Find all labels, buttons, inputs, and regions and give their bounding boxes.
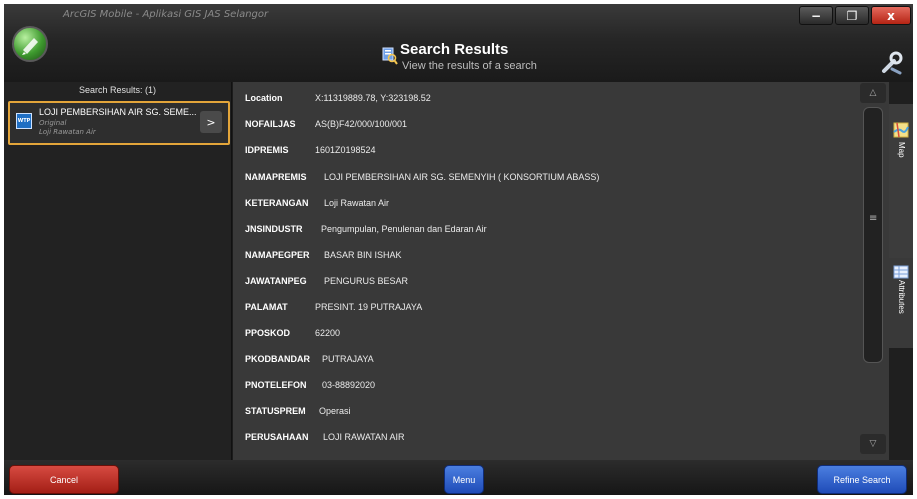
attribute-label: NAMAPREMIS	[245, 172, 307, 182]
result-layer: Original	[39, 119, 67, 127]
results-count-heading: Search Results: (1)	[78, 85, 157, 95]
maximize-button[interactable]: ❐	[835, 6, 869, 25]
attribute-value: PRESINT. 19 PUTRAJAYA	[315, 302, 423, 312]
attribute-label: PKODBANDAR	[245, 354, 310, 364]
attribute-label: STATUSPREM	[245, 406, 306, 416]
attribute-value: BASAR BIN ISHAK	[324, 250, 402, 260]
view-tabs: Map Attributes	[889, 82, 913, 460]
search-results-icon	[382, 47, 398, 69]
attribute-label: PPOSKOD	[245, 328, 291, 338]
page-title: Search Results	[400, 41, 509, 58]
attribute-value: 62200	[315, 328, 341, 338]
search-result-item[interactable]: WTP LOJI PEMBERSIHAN AIR SG. SEME... Ori…	[8, 101, 230, 145]
attribute-value: Loji Rawatan Air	[324, 198, 390, 208]
result-category: Loji Rawatan Air	[39, 128, 96, 136]
bottom-toolbar: Cancel Menu Refine Search	[4, 460, 913, 495]
attribute-value: LOJI RAWATAN AIR	[323, 432, 405, 442]
tab-map[interactable]: Map	[889, 104, 913, 258]
attribute-value: PENGURUS BESAR	[324, 276, 409, 286]
attributes-panel[interactable]: Location X:11319889.78, Y:323198.52 NOFA…	[233, 82, 889, 460]
tools-icon[interactable]	[878, 49, 906, 77]
attribute-label: NOFAILJAS	[245, 119, 296, 129]
water-treatment-plant-icon: WTP	[16, 113, 32, 129]
page-subtitle: View the results of a search	[402, 60, 537, 72]
cancel-button[interactable]: Cancel	[9, 465, 119, 494]
window-controls: − ❐ x	[799, 6, 911, 25]
tab-attributes-label: Attributes	[897, 280, 906, 314]
attribute-value: AS(B)F42/000/100/001	[315, 119, 408, 129]
grip-icon: ≡	[869, 213, 878, 224]
attribute-label: PNOTELEFON	[245, 380, 307, 390]
attribute-value: PUTRAJAYA	[322, 354, 374, 364]
attribute-label: JAWATANPEG	[245, 276, 307, 286]
scrollbar-thumb[interactable]: ≡	[863, 107, 883, 363]
window-title: ArcGIS Mobile - Aplikasi GIS JAS Selango…	[63, 9, 269, 20]
attribute-label: IDPREMIS	[245, 145, 289, 155]
tab-attributes[interactable]: Attributes	[889, 258, 913, 348]
minimize-button[interactable]: −	[799, 6, 833, 25]
attribute-label: KETERANGAN	[245, 198, 309, 208]
title-bar: ArcGIS Mobile - Aplikasi GIS JAS Selango…	[4, 4, 913, 82]
app-window: ArcGIS Mobile - Aplikasi GIS JAS Selango…	[4, 4, 913, 495]
attribute-value: 1601Z0198524	[315, 145, 376, 155]
attribute-value: Operasi	[319, 406, 351, 416]
open-result-button[interactable]: >	[200, 111, 222, 133]
attribute-label: Location	[245, 93, 283, 103]
attribute-value: 03-88892020	[322, 380, 376, 390]
attribute-value: Pengumpulan, Penulenan dan Edaran Air	[321, 224, 487, 234]
arcgis-mobile-logo-icon[interactable]	[12, 26, 48, 62]
menu-button[interactable]: Menu	[444, 465, 484, 494]
search-results-panel: Search Results: (1) WTP LOJI PEMBERSIHAN…	[4, 82, 232, 460]
attribute-label: NAMAPEGPER	[245, 250, 310, 260]
tab-map-label: Map	[897, 142, 906, 158]
scroll-down-button[interactable]: ▽	[860, 434, 886, 454]
result-title: LOJI PEMBERSIHAN AIR SG. SEME...	[39, 107, 197, 117]
refine-search-button[interactable]: Refine Search	[817, 465, 907, 494]
attribute-label: PERUSAHAAN	[245, 432, 309, 442]
attribute-label: PALAMAT	[245, 302, 288, 312]
attribute-label: JNSINDUSTR	[245, 224, 303, 234]
scroll-up-button[interactable]: △	[860, 83, 886, 103]
attribute-value: X:11319889.78, Y:323198.52	[315, 93, 431, 103]
attribute-value: LOJI PEMBERSIHAN AIR SG. SEMENYIH ( KONS…	[324, 172, 600, 182]
map-icon	[893, 122, 909, 142]
close-button[interactable]: x	[871, 6, 911, 25]
